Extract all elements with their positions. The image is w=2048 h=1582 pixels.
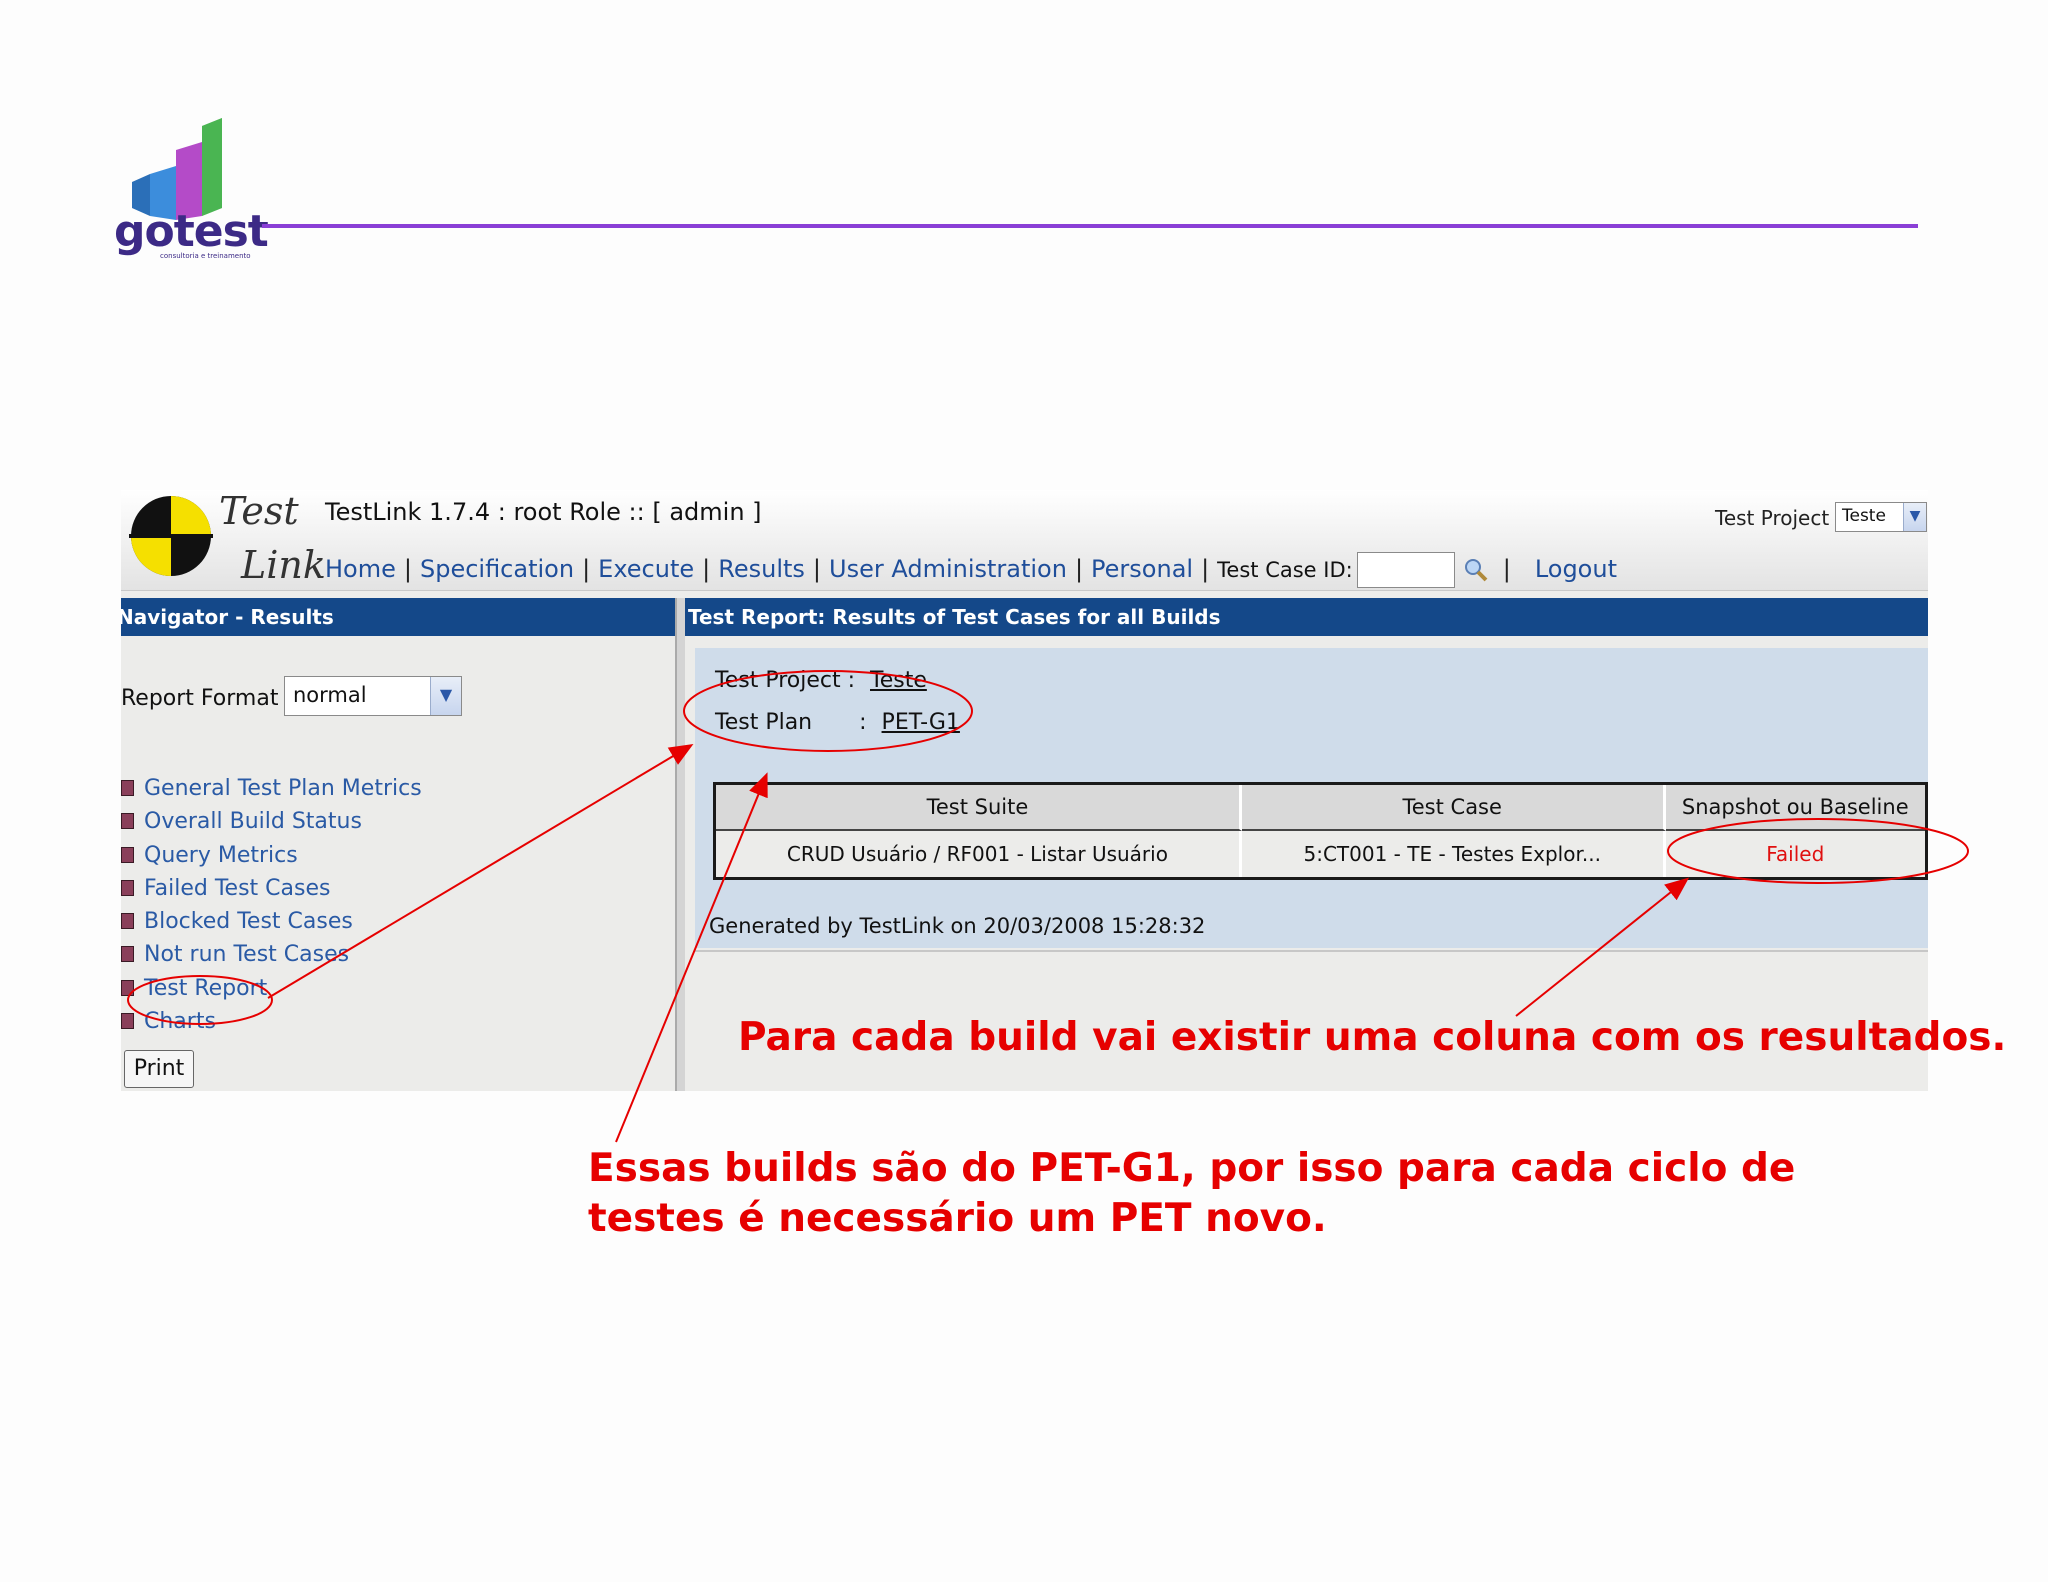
test-case-id-input[interactable] <box>1356 552 1455 588</box>
report-list-item[interactable]: Test Report <box>121 976 422 1009</box>
navigator-title-text: Navigator - Results <box>121 605 334 629</box>
nav-separator: | <box>702 555 711 583</box>
bullet-icon <box>121 879 134 896</box>
bullet-icon <box>121 846 134 863</box>
report-title-text: Test Report: Results of Test Cases for a… <box>688 605 1221 629</box>
annotation-note-line2: testes é necessário um PET novo. <box>588 1196 1327 1241</box>
report-list-item-label: Blocked Test Cases <box>144 909 353 935</box>
bullet-icon <box>121 979 134 996</box>
column-header-test-case[interactable]: Test Case <box>1241 785 1666 831</box>
report-list-item-label: Test Report <box>144 975 268 1001</box>
report-list-item[interactable]: Query Metrics <box>121 843 422 876</box>
chevron-down-icon[interactable]: ▼ <box>1903 503 1926 531</box>
test-plan-colon: : <box>859 710 867 735</box>
test-plan-row: Test Plan : PET-G1 <box>715 710 960 735</box>
test-plan-label: Test Plan <box>715 710 813 735</box>
search-icon[interactable] <box>1463 557 1489 583</box>
nav-separator: | <box>1074 555 1084 583</box>
report-list-item[interactable]: General Test Plan Metrics <box>121 776 422 809</box>
nav-home[interactable]: Home <box>325 555 396 583</box>
cell-test-case: 5:CT001 - TE - Testes Explor... <box>1241 831 1666 877</box>
nav-personal[interactable]: Personal <box>1091 555 1193 583</box>
frame-divider[interactable] <box>675 598 685 1091</box>
report-list-item[interactable]: Blocked Test Cases <box>121 909 422 942</box>
navigator-title: Navigator - Results <box>121 598 675 636</box>
app-title: TestLink 1.7.4 : root Role :: [ admin ] <box>325 498 762 526</box>
testlink-window: Test Link TestLink 1.7.4 : root Role :: … <box>121 490 1928 1091</box>
status-badge: Failed <box>1665 831 1925 877</box>
nav-separator: | <box>403 555 412 583</box>
nav-separator: | <box>1502 555 1511 583</box>
report-list-item[interactable]: Not run Test Cases <box>121 942 422 975</box>
annotation-note-builds: Essas builds são do PET-G1, por isso par… <box>588 1144 1795 1244</box>
report-list-item-label: Query Metrics <box>144 842 298 868</box>
brand-top: Test <box>219 492 299 533</box>
test-project-row: Test Project : Teste <box>715 668 927 693</box>
brand-bottom: Link <box>240 543 326 587</box>
test-project-row-label: Test Project : <box>715 668 855 693</box>
report-list-item-label: Failed Test Cases <box>144 875 331 901</box>
report-content: Test Project : Teste Test Plan : PET-G1 … <box>695 648 1928 948</box>
header-divider <box>262 224 1918 228</box>
bullet-icon <box>121 813 134 830</box>
column-header-snapshot[interactable]: Snapshot ou Baseline <box>1665 785 1925 831</box>
content-divider <box>695 950 1928 952</box>
nav-separator: | <box>582 555 591 583</box>
nav-separator: | <box>812 555 821 583</box>
test-plan-link[interactable]: PET-G1 <box>882 710 960 735</box>
report-list-item-label: General Test Plan Metrics <box>144 776 422 801</box>
report-list-item-label: Charts <box>144 1009 216 1035</box>
nav-user-administration[interactable]: User Administration <box>829 555 1067 583</box>
chevron-down-icon[interactable]: ▼ <box>430 677 461 715</box>
table-row: CRUD Usuário / RF001 - Listar Usuário 5:… <box>716 831 1925 877</box>
test-project-link[interactable]: Teste <box>870 668 927 693</box>
column-header-test-suite[interactable]: Test Suite <box>716 785 1242 831</box>
nav-logout[interactable]: Logout <box>1535 555 1617 583</box>
top-bar: Test Link TestLink 1.7.4 : root Role :: … <box>121 490 1928 591</box>
test-project-select[interactable]: Teste ▼ <box>1835 502 1927 532</box>
test-project-label: Test Project <box>1715 506 1830 530</box>
report-format-select[interactable]: normal ▼ <box>284 676 462 716</box>
cell-test-suite: CRUD Usuário / RF001 - Listar Usuário <box>716 831 1242 877</box>
report-list: General Test Plan Metrics Overall Build S… <box>121 776 422 1042</box>
report-format-value: normal <box>293 683 367 707</box>
report-title: Test Report: Results of Test Cases for a… <box>685 598 1928 636</box>
report-format-label: Report Format <box>121 686 279 711</box>
bullet-icon <box>121 1013 134 1030</box>
annotation-note-line1: Essas builds são do PET-G1, por isso par… <box>588 1146 1796 1191</box>
main-nav: Home | Specification | Execute | Results | User … <box>325 552 1617 588</box>
bullet-icon <box>121 913 134 930</box>
results-table: Test Suite Test Case Snapshot ou Baselin… <box>713 782 1928 880</box>
test-project-value: Teste <box>1842 506 1886 526</box>
report-list-item[interactable]: Charts <box>121 1009 422 1042</box>
report-list-item-label: Overall Build Status <box>144 809 362 835</box>
nav-separator: | <box>1201 555 1210 583</box>
test-case-id-label: Test Case ID: <box>1217 558 1353 582</box>
report-list-item[interactable]: Failed Test Cases <box>121 876 422 909</box>
nav-results[interactable]: Results <box>718 555 805 583</box>
bullet-icon <box>121 780 134 796</box>
logo-text: gotest <box>114 206 269 257</box>
annotation-note-columns: Para cada build vai existir uma coluna c… <box>738 1015 2007 1060</box>
nav-specification[interactable]: Specification <box>420 555 574 583</box>
report-list-item-label: Not run Test Cases <box>144 942 350 968</box>
generated-footer: Generated by TestLink on 20/03/2008 15:2… <box>709 914 1206 938</box>
nav-execute[interactable]: Execute <box>598 555 694 583</box>
testlink-logo: Test Link <box>129 492 326 587</box>
bullet-icon <box>121 946 134 963</box>
navigator-panel: Navigator - Results Report Format normal… <box>121 598 675 1091</box>
logo-subtitle: consultoria e treinamento <box>160 252 251 260</box>
print-button[interactable]: Print <box>124 1050 194 1088</box>
report-list-item[interactable]: Overall Build Status <box>121 809 422 842</box>
